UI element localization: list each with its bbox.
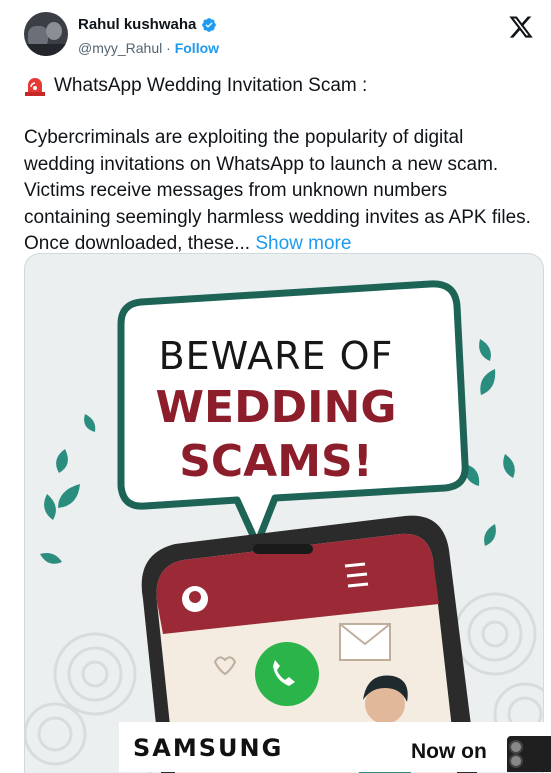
image-illustration bbox=[25, 280, 543, 773]
x-logo-icon[interactable] bbox=[508, 14, 534, 40]
siren-icon bbox=[25, 78, 45, 96]
post-image[interactable]: BEWARE OF WEDDING SCAMS! bbox=[24, 253, 544, 773]
headline-beware: BEWARE OF bbox=[158, 334, 394, 378]
post-body: Cybercriminals are exploiting the popula… bbox=[24, 125, 534, 258]
follow-button[interactable]: Follow bbox=[175, 40, 219, 56]
show-more-link[interactable]: Show more bbox=[255, 233, 351, 254]
samsung-ad-banner[interactable]: SAMSUNG Now on bbox=[119, 722, 551, 772]
separator-dot: · bbox=[166, 40, 171, 56]
post-header: Rahul kushwaha @myy_Rahul · Follow bbox=[24, 12, 544, 60]
post-title-text: WhatsApp Wedding Invitation Scam : bbox=[54, 75, 368, 96]
author-name-row[interactable]: Rahul kushwaha bbox=[78, 16, 217, 33]
ad-phone-image bbox=[507, 736, 551, 772]
headline-wedding: WEDDING bbox=[155, 382, 397, 433]
handle-row: @myy_Rahul · Follow bbox=[78, 40, 219, 56]
headline-scams: SCAMS! bbox=[179, 436, 373, 487]
ad-tagline: Now on bbox=[411, 740, 487, 763]
post-title: WhatsApp Wedding Invitation Scam : bbox=[24, 74, 534, 98]
verified-badge-icon bbox=[202, 17, 217, 32]
author-name[interactable]: Rahul kushwaha bbox=[78, 16, 196, 33]
author-handle[interactable]: @myy_Rahul bbox=[78, 40, 162, 56]
ad-brand: SAMSUNG bbox=[133, 734, 284, 762]
avatar[interactable] bbox=[24, 12, 68, 56]
